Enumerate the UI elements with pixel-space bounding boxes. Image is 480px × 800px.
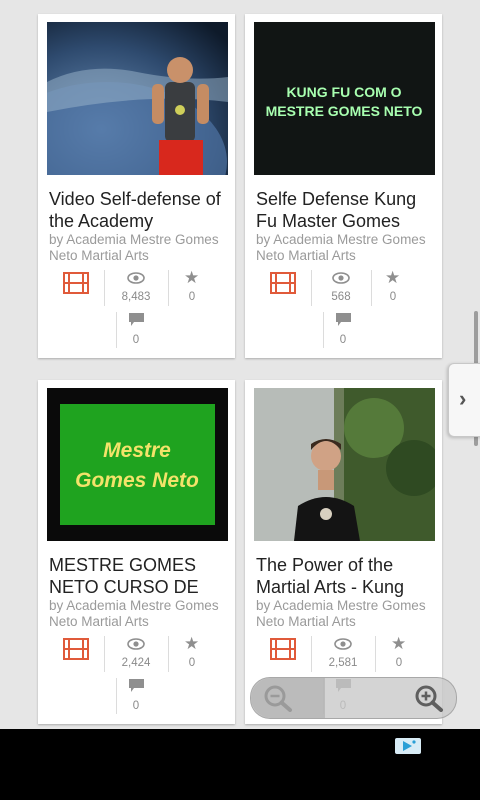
eye-icon (332, 272, 350, 284)
eye-icon (127, 638, 145, 650)
star-count-value: 0 (188, 657, 196, 669)
view-count-value: 2,581 (328, 657, 358, 669)
video-title[interactable]: The Power of the Martial Arts - Kung (256, 554, 438, 598)
video-stats: 2,581 ★ 0 (245, 634, 442, 674)
comment-count-value: 0 (132, 700, 140, 712)
video-stats: 2,424 ★ 0 (38, 634, 235, 674)
video-thumbnail[interactable] (47, 22, 228, 175)
comment-icon (129, 313, 144, 326)
zoom-in-icon (415, 685, 443, 712)
thumbnail-text-line1: KUNG FU COM O (286, 84, 401, 100)
view-count-value: 568 (331, 291, 351, 303)
video-thumbnail[interactable] (254, 388, 435, 541)
star-count: ★ 0 (371, 268, 415, 308)
chevron-right-icon: › (459, 386, 467, 411)
video-stats: 568 ★ 0 (245, 268, 442, 308)
star-count: ★ 0 (168, 268, 216, 308)
comment-count-value: 0 (132, 334, 140, 346)
comment-count: 0 (116, 311, 156, 353)
star-count-value: 0 (389, 291, 397, 303)
star-count-value: 0 (188, 291, 196, 303)
star-icon: ★ (184, 634, 200, 653)
comment-icon (129, 679, 144, 692)
view-count: 2,581 (311, 634, 375, 674)
thumbnail-text-line2: MESTRE GOMES NETO (266, 103, 423, 119)
video-title[interactable]: Selfe Defense Kung Fu Master Gomes (256, 188, 438, 232)
ad-banner[interactable] (0, 729, 480, 800)
view-count: 568 (311, 268, 371, 308)
ad-choices-icon[interactable] (395, 738, 421, 754)
film-icon (270, 638, 296, 660)
video-card[interactable]: Video Self-defense of the Academy by Aca… (38, 14, 235, 358)
comment-count: 0 (116, 677, 156, 719)
video-type (245, 634, 311, 674)
star-count: ★ 0 (375, 634, 423, 674)
eye-icon (334, 638, 352, 650)
star-count: ★ 0 (168, 634, 216, 674)
thumbnail-text-line1: Mestre (103, 439, 171, 462)
video-type (245, 268, 311, 308)
video-author: by Academia Mestre Gomes Neto Martial Ar… (256, 232, 426, 263)
view-count: 2,424 (104, 634, 168, 674)
video-card[interactable]: Mestre Gomes Neto MESTRE GOMES NETO CURS… (38, 380, 235, 724)
scrollbar[interactable] (474, 311, 478, 371)
video-stats: 8,483 ★ 0 (38, 268, 235, 308)
eye-icon (127, 272, 145, 284)
video-author: by Academia Mestre Gomes Neto Martial Ar… (49, 232, 219, 263)
video-author: by Academia Mestre Gomes Neto Martial Ar… (49, 598, 219, 629)
zoom-out-button[interactable] (251, 678, 325, 718)
video-author: by Academia Mestre Gomes Neto Martial Ar… (256, 598, 426, 629)
star-icon: ★ (184, 268, 200, 287)
film-icon (63, 272, 89, 294)
view-count: 8,483 (104, 268, 168, 308)
film-icon (63, 638, 89, 660)
video-thumbnail[interactable]: KUNG FU COM O MESTRE GOMES NETO (254, 22, 435, 175)
comment-count-value: 0 (339, 334, 347, 346)
video-card[interactable]: The Power of the Martial Arts - Kung by … (245, 380, 442, 724)
video-card[interactable]: KUNG FU COM O MESTRE GOMES NETO Selfe De… (245, 14, 442, 358)
film-icon (270, 272, 296, 294)
view-count-value: 8,483 (121, 291, 151, 303)
zoom-out-icon (264, 685, 292, 712)
comment-icon (336, 313, 351, 326)
video-thumbnail[interactable]: Mestre Gomes Neto (47, 388, 228, 541)
zoom-controls (250, 677, 457, 719)
video-type (38, 268, 104, 308)
video-title[interactable]: MESTRE GOMES NETO CURSO DE (49, 554, 231, 598)
comment-count: 0 (323, 311, 363, 353)
star-count-value: 0 (395, 657, 403, 669)
video-type (38, 634, 104, 674)
view-count-value: 2,424 (121, 657, 151, 669)
side-drawer-tab[interactable]: › (448, 363, 480, 437)
star-icon: ★ (391, 634, 407, 653)
video-title[interactable]: Video Self-defense of the Academy (49, 188, 231, 232)
star-icon: ★ (385, 268, 401, 287)
thumbnail-text-line2: Gomes Neto (75, 469, 199, 492)
